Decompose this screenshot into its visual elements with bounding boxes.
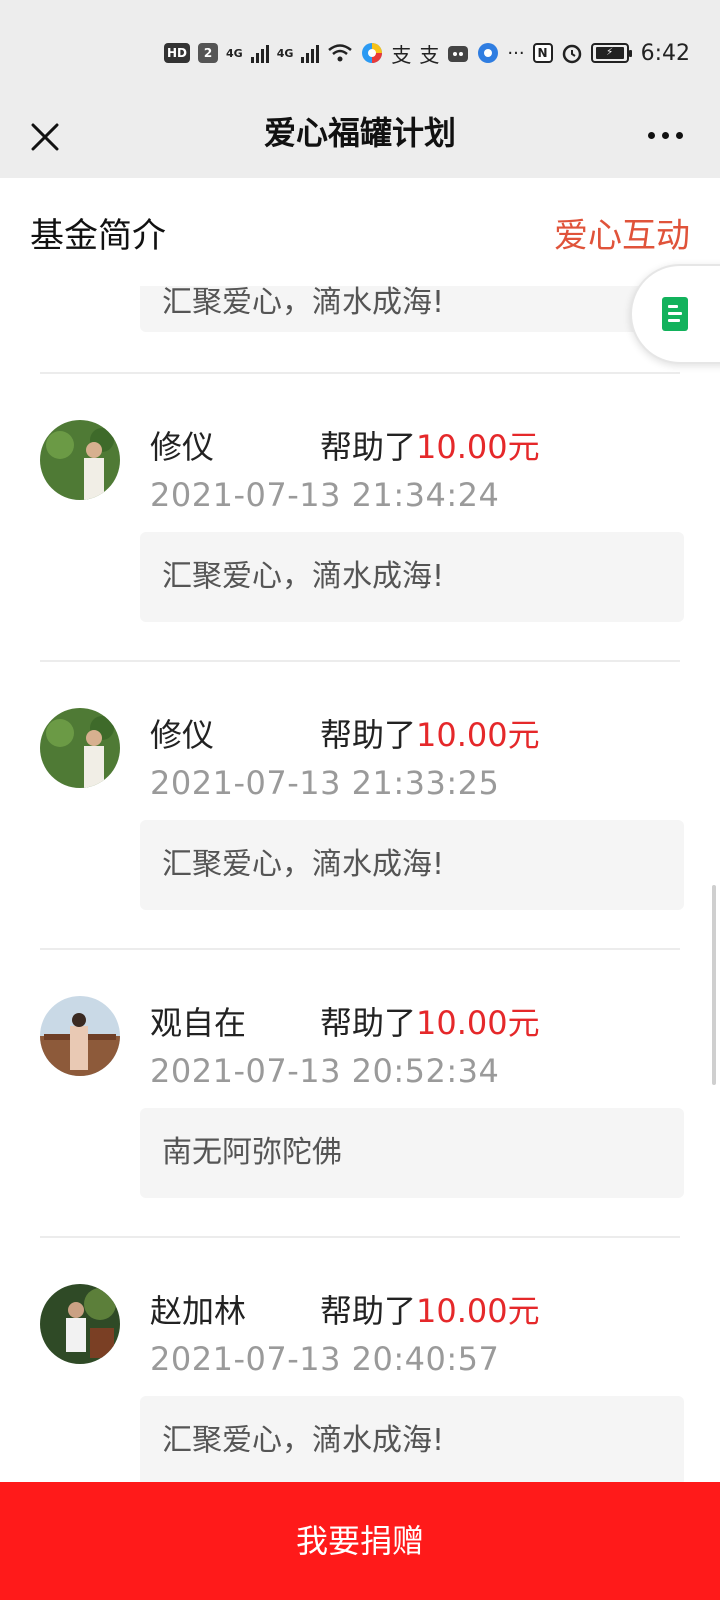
tab-fund-intro[interactable]: 基金简介 bbox=[30, 208, 166, 257]
network-label-1: 4G bbox=[226, 46, 243, 60]
donation-time: 2021-07-13 20:52:34 bbox=[150, 1052, 500, 1090]
avatar[interactable] bbox=[40, 420, 120, 500]
donation-record: 修仪 帮助了10.00元 2021-07-13 21:34:24 汇聚爱心，滴水… bbox=[0, 374, 720, 660]
alipay-icon-1: 支 bbox=[391, 42, 412, 67]
donation-amount: 10.00元 bbox=[416, 1004, 540, 1042]
network-label-2: 4G bbox=[276, 46, 294, 60]
donation-record: 观自在 帮助了10.00元 2021-07-13 20:52:34 南无阿弥陀佛 bbox=[0, 950, 720, 1236]
donation-message: 汇聚爱心，滴水成海! bbox=[140, 532, 684, 622]
donor-name: 修仪 bbox=[150, 716, 215, 754]
donation-message: 南无阿弥陀佛 bbox=[140, 1108, 684, 1198]
sim-icon: 2 bbox=[198, 43, 218, 63]
wifi-icon bbox=[328, 44, 353, 62]
donation-amount: 10.00元 bbox=[416, 428, 540, 466]
game-app-icon bbox=[448, 46, 469, 62]
status-bar: HD 2 4G 4G 支 支 ··· N ⚡ 6:42 bbox=[0, 0, 720, 100]
browser-icon bbox=[478, 43, 499, 63]
nfc-icon: N bbox=[532, 43, 553, 63]
donor-name: 修仪 bbox=[150, 428, 215, 466]
donation-amount-line: 帮助了10.00元 bbox=[320, 716, 540, 754]
donate-button[interactable]: 我要捐赠 bbox=[0, 1482, 720, 1600]
donor-name: 观自在 bbox=[150, 1004, 247, 1042]
donation-time: 2021-07-13 21:33:25 bbox=[150, 764, 500, 802]
document-icon bbox=[662, 297, 688, 331]
donation-amount: 10.00元 bbox=[416, 716, 540, 754]
title-bar: 爱心福罐计划 bbox=[0, 100, 720, 178]
donation-record: 修仪 帮助了10.00元 2021-07-13 21:33:25 汇聚爱心，滴水… bbox=[0, 662, 720, 948]
page-title: 爱心福罐计划 bbox=[263, 114, 456, 152]
donation-amount-line: 帮助了10.00元 bbox=[320, 428, 540, 466]
more-notifications-icon: ··· bbox=[507, 42, 525, 64]
floating-document-button[interactable] bbox=[630, 264, 720, 364]
donation-message: 汇聚爱心，滴水成海! bbox=[140, 1396, 684, 1486]
donation-message: 汇聚爱心，滴水成海! bbox=[140, 820, 684, 910]
page: HD 2 4G 4G 支 支 ··· N ⚡ 6:42 爱心福罐计划 汇聚爱心，… bbox=[0, 0, 720, 1600]
avatar[interactable] bbox=[40, 1284, 120, 1364]
more-dot-icon bbox=[661, 131, 669, 139]
battery-icon: ⚡ bbox=[590, 43, 632, 63]
donation-amount-line: 帮助了10.00元 bbox=[320, 1004, 540, 1042]
more-dot-icon bbox=[675, 131, 683, 139]
avatar[interactable] bbox=[40, 996, 120, 1076]
more-dot-icon bbox=[647, 131, 655, 139]
status-time: 6:42 bbox=[640, 40, 690, 66]
scrollbar-thumb[interactable] bbox=[712, 885, 716, 1085]
tab-header: 基金简介 爱心互动 bbox=[0, 178, 720, 286]
donation-time: 2021-07-13 20:40:57 bbox=[150, 1340, 500, 1378]
signal-icon-2 bbox=[301, 43, 320, 63]
more-menu-button[interactable] bbox=[640, 120, 690, 150]
colorful-app-icon bbox=[362, 43, 383, 63]
tab-love-interaction[interactable]: 爱心互动 bbox=[554, 208, 690, 257]
alarm-icon bbox=[562, 44, 581, 64]
donation-time: 2021-07-13 21:34:24 bbox=[150, 476, 500, 514]
donation-amount-line: 帮助了10.00元 bbox=[320, 1292, 540, 1330]
signal-icon-1 bbox=[250, 43, 269, 63]
donor-name: 赵加林 bbox=[150, 1292, 247, 1330]
hd-icon: HD bbox=[163, 43, 190, 63]
avatar[interactable] bbox=[40, 708, 120, 788]
donation-amount: 10.00元 bbox=[416, 1292, 540, 1330]
status-icons: HD 2 4G 4G 支 支 ··· N ⚡ 6:42 bbox=[163, 38, 690, 68]
close-button[interactable] bbox=[20, 112, 70, 162]
alipay-icon-2: 支 bbox=[419, 42, 440, 67]
close-icon bbox=[31, 123, 59, 151]
